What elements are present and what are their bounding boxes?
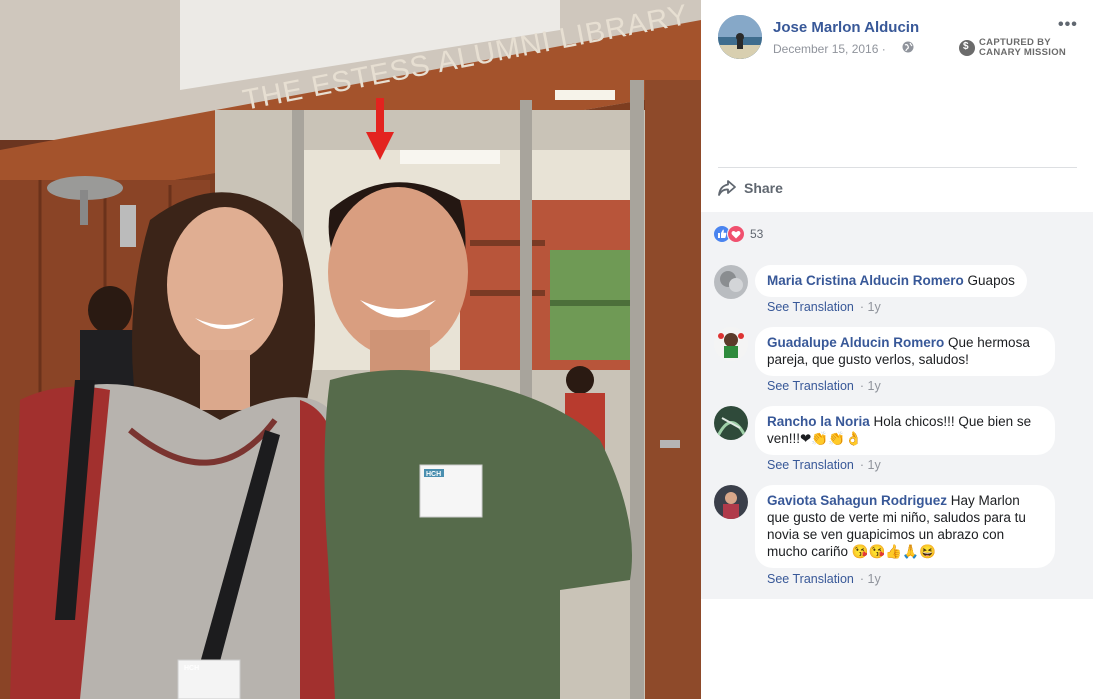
author-name[interactable]: Jose Marlon Alducin [773, 19, 919, 36]
commenter-name[interactable]: Maria Cristina Alducin Romero [767, 273, 964, 288]
post-photo[interactable]: THE ESTESS ALUMNI LIBRARY HCH HCH [0, 0, 701, 699]
reactions-summary[interactable]: 53 [713, 225, 763, 243]
share-arrow-icon [718, 180, 736, 196]
commenter-name[interactable]: Gaviota Sahagun Rodriguez [767, 493, 947, 508]
canary-logo-icon [959, 39, 975, 56]
comment-actions: See Translation · 1y [767, 572, 881, 586]
comments-section: 53 Maria Cristina Alducin Romero Guapos … [701, 212, 1093, 599]
canary-watermark: CAPTURED BY CANARY MISSION [959, 38, 1066, 57]
comment-time[interactable]: · 1y [860, 300, 881, 314]
name-tag-text: HCH [184, 665, 199, 672]
comment-actions: See Translation · 1y [767, 379, 881, 393]
share-button[interactable]: Share [717, 179, 783, 197]
photo-scene: THE ESTESS ALUMNI LIBRARYHCHHCH [0, 0, 701, 699]
see-translation-link[interactable]: See Translation [767, 379, 854, 393]
comment-bubble: Maria Cristina Alducin Romero Guapos [755, 265, 1027, 297]
divider [718, 167, 1077, 168]
avatar-image [718, 15, 762, 59]
commenter-avatar[interactable] [714, 327, 748, 361]
commenter-avatar[interactable] [714, 406, 748, 440]
post-date[interactable]: December 15, 2016 · [773, 42, 886, 56]
author-avatar[interactable] [718, 15, 762, 59]
share-label: Share [744, 180, 783, 196]
more-options-button[interactable]: ••• [1058, 16, 1078, 34]
comment-actions: See Translation · 1y [767, 458, 881, 472]
commenter-avatar[interactable] [714, 485, 748, 519]
comment-text: Guapos [963, 273, 1015, 288]
see-translation-link[interactable]: See Translation [767, 572, 854, 586]
love-reaction-icon [727, 225, 745, 243]
see-translation-link[interactable]: See Translation [767, 458, 854, 472]
comment-time[interactable]: · 1y [860, 458, 881, 472]
comment-bubble: Gaviota Sahagun Rodriguez Hay Marlon que… [755, 485, 1055, 568]
comment-time[interactable]: · 1y [860, 379, 881, 393]
see-translation-link[interactable]: See Translation [767, 300, 854, 314]
panel-bottom-space [701, 599, 1093, 699]
comment-time[interactable]: · 1y [860, 572, 881, 586]
commenter-name[interactable]: Rancho la Noria [767, 414, 870, 429]
comment-actions: See Translation · 1y [767, 300, 881, 314]
watermark-line-2: CANARY MISSION [979, 46, 1067, 58]
globe-icon [902, 41, 914, 53]
name-tag-text: HCH [426, 471, 441, 478]
reaction-count[interactable]: 53 [750, 227, 763, 241]
post-sidebar: Jose Marlon Alducin December 15, 2016 · … [701, 0, 1093, 699]
comment-bubble: Rancho la Noria Hola chicos!!! Que bien … [755, 406, 1055, 455]
commenter-avatar[interactable] [714, 265, 748, 299]
commenter-name[interactable]: Guadalupe Alducin Romero [767, 335, 944, 350]
comment-bubble: Guadalupe Alducin Romero Que hermosa par… [755, 327, 1055, 376]
